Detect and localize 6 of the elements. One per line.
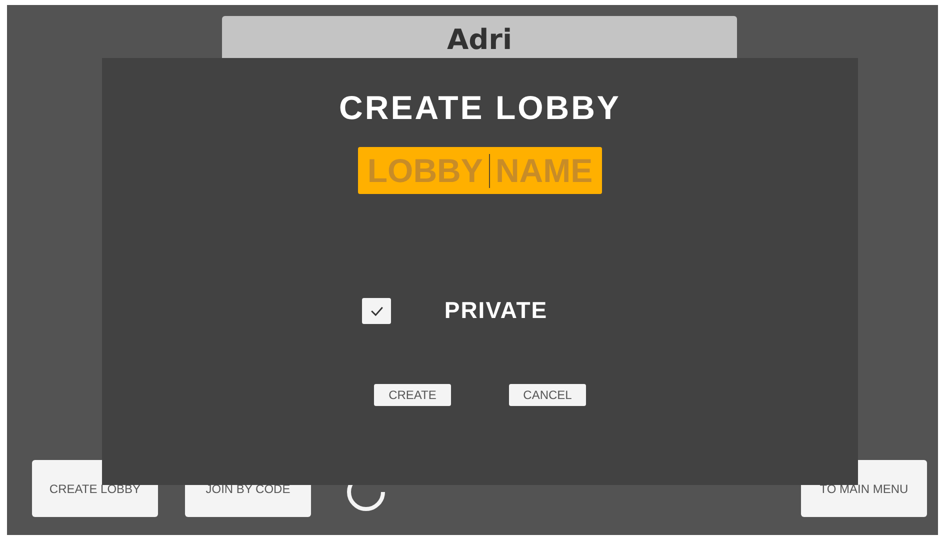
dialog-button[interactable]: CREATE <box>374 384 451 406</box>
private-label: PRIVATE <box>444 297 548 324</box>
dialog-button[interactable]: CANCEL <box>509 384 586 406</box>
dialog-title: CREATE LOBBY <box>339 89 621 127</box>
private-checkbox[interactable] <box>362 298 392 324</box>
player-name: Adri <box>446 25 512 55</box>
